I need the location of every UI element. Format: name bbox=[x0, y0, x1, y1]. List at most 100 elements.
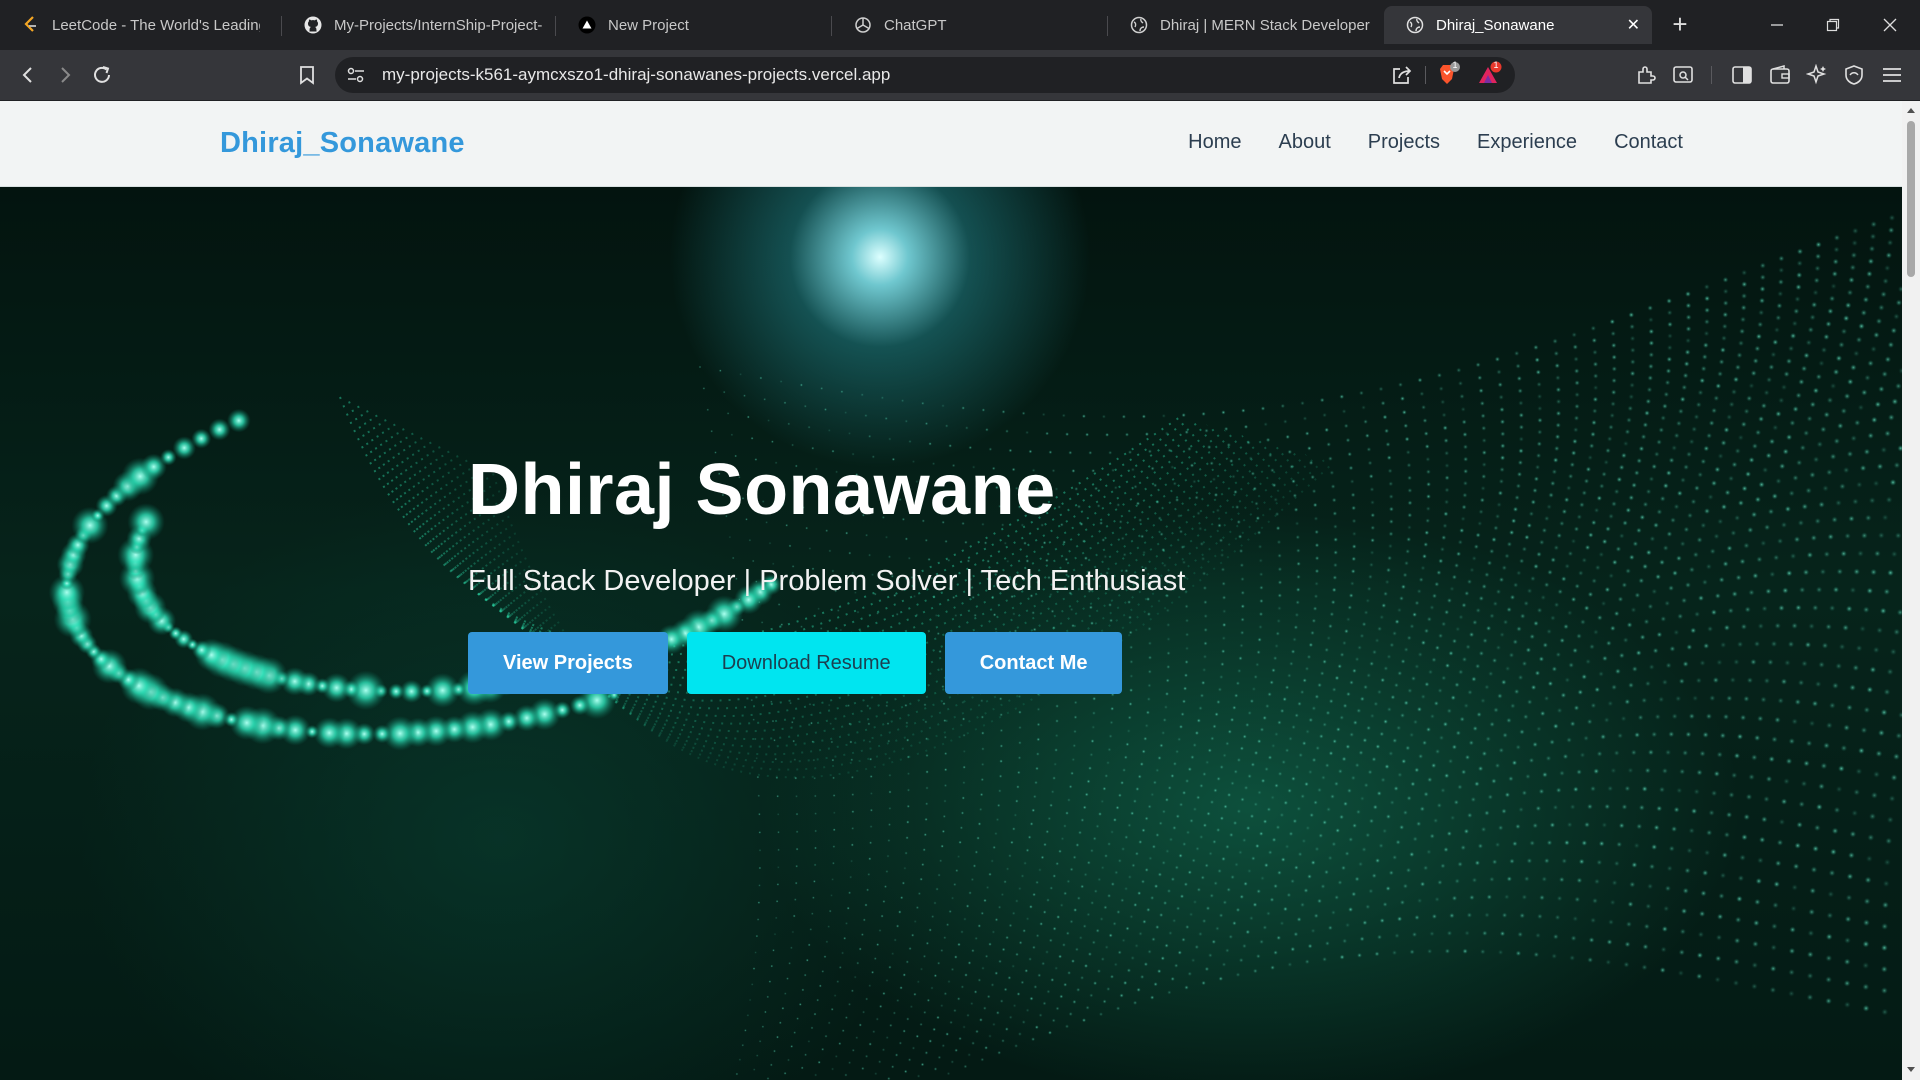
particle-dot bbox=[1387, 555, 1393, 561]
particle-dot bbox=[1045, 829, 1050, 834]
scroll-thumb[interactable] bbox=[1907, 121, 1915, 277]
particle-dot bbox=[1425, 469, 1431, 475]
particle-dot bbox=[937, 1055, 942, 1060]
sidebar-icon[interactable] bbox=[1729, 62, 1755, 88]
particle-dot bbox=[1543, 582, 1550, 588]
particle-dot bbox=[1887, 569, 1894, 577]
close-window-icon[interactable] bbox=[1875, 10, 1905, 40]
particle-dot bbox=[1783, 778, 1790, 785]
tab-leetcode[interactable]: LeetCode - The World's Leading bbox=[0, 6, 272, 44]
particle-dot bbox=[869, 774, 873, 779]
particle-dot bbox=[1339, 652, 1345, 658]
particle-dot bbox=[1267, 692, 1272, 697]
download-resume-button[interactable]: Download Resume bbox=[686, 632, 926, 694]
particle-dot bbox=[1546, 504, 1552, 510]
particle-dot bbox=[1273, 883, 1278, 889]
particle-dot bbox=[779, 380, 783, 383]
particle-dot bbox=[1788, 490, 1795, 497]
particle-dot bbox=[888, 806, 892, 811]
view-projects-button[interactable]: View Projects bbox=[468, 632, 668, 694]
particle-dot bbox=[1554, 362, 1560, 369]
particle-dot bbox=[1270, 795, 1275, 800]
extensions-icon[interactable] bbox=[1633, 62, 1659, 88]
leo-ai-icon[interactable] bbox=[1804, 62, 1830, 88]
site-settings-icon[interactable] bbox=[346, 66, 366, 89]
particle-dot bbox=[1446, 708, 1453, 714]
particle-dot bbox=[1431, 657, 1437, 663]
brave-rewards-icon[interactable]: 1 bbox=[1475, 60, 1505, 94]
new-tab-button[interactable]: + bbox=[1666, 10, 1694, 38]
particle-dot bbox=[1853, 788, 1861, 796]
forward-icon[interactable] bbox=[52, 62, 78, 88]
scroll-up-icon[interactable] bbox=[1906, 105, 1916, 115]
particle-dot bbox=[1846, 873, 1854, 880]
bookmark-icon[interactable] bbox=[294, 62, 320, 88]
address-bar[interactable]: my-projects-k561-aymcxszo1-dhiraj-sonawa… bbox=[335, 57, 1515, 93]
particle-dot bbox=[924, 1051, 929, 1055]
url-text[interactable]: my-projects-k561-aymcxszo1-dhiraj-sonawa… bbox=[382, 65, 890, 85]
particle-dot bbox=[1243, 424, 1249, 429]
reload-icon[interactable] bbox=[89, 62, 115, 88]
particle-dot bbox=[1438, 633, 1444, 639]
particle-dot bbox=[1543, 695, 1550, 702]
particle-dot bbox=[1267, 755, 1273, 760]
particle-dot bbox=[1389, 642, 1395, 648]
reader-mode-icon[interactable] bbox=[1670, 62, 1696, 88]
particle-dot bbox=[1849, 684, 1856, 691]
vpn-icon[interactable] bbox=[1841, 62, 1867, 88]
particle-dot bbox=[1592, 408, 1598, 414]
tab-chatgpt[interactable]: ChatGPT bbox=[832, 6, 1108, 44]
particle-dot bbox=[1516, 626, 1522, 632]
particle-dot bbox=[1175, 749, 1180, 754]
nav-home[interactable]: Home bbox=[1188, 131, 1241, 154]
particle-dot bbox=[1823, 550, 1831, 558]
nav-contact[interactable]: Contact bbox=[1614, 131, 1683, 154]
particle-dot bbox=[850, 775, 855, 779]
particle-dot bbox=[1300, 902, 1305, 908]
contact-me-button[interactable]: Contact Me bbox=[944, 632, 1123, 694]
particle-dot bbox=[1600, 733, 1607, 740]
particle-dot bbox=[1347, 451, 1353, 457]
tab-dhiraj-sonawane[interactable]: Dhiraj_Sonawane ✕ bbox=[1384, 6, 1652, 44]
tab-github[interactable]: My-Projects/InternShip-Project- bbox=[282, 6, 554, 44]
share-icon[interactable] bbox=[1391, 65, 1413, 90]
particle-dot bbox=[752, 967, 756, 970]
particle-dot bbox=[1352, 720, 1358, 726]
brave-shields-icon[interactable]: 1 bbox=[1435, 60, 1463, 94]
minimize-icon[interactable] bbox=[1762, 10, 1792, 40]
tab-mern-developer[interactable]: Dhiraj | MERN Stack Developer bbox=[1108, 6, 1384, 44]
particle-dot bbox=[1551, 469, 1558, 475]
tab-new-project[interactable]: New Project bbox=[556, 6, 832, 44]
particle-dot bbox=[1664, 600, 1671, 607]
particle-dot bbox=[1134, 943, 1139, 948]
particle-dot bbox=[1844, 302, 1852, 309]
particle-dot bbox=[1774, 860, 1782, 867]
particle-dot bbox=[1444, 475, 1450, 481]
nav-projects[interactable]: Projects bbox=[1368, 131, 1440, 154]
particle-dot bbox=[1775, 410, 1782, 418]
close-tab-icon[interactable]: ✕ bbox=[1617, 15, 1640, 35]
scroll-down-icon[interactable] bbox=[1906, 1065, 1916, 1075]
back-icon[interactable] bbox=[15, 62, 41, 88]
particle-dot bbox=[1848, 276, 1855, 284]
particle-dot bbox=[1310, 928, 1316, 934]
particle-dot bbox=[841, 951, 845, 955]
site-logo[interactable]: Dhiraj_Sonawane bbox=[220, 127, 465, 160]
nav-about[interactable]: About bbox=[1278, 131, 1330, 154]
particle-dot bbox=[901, 881, 906, 885]
particle-dot bbox=[1274, 783, 1279, 788]
particle-dot bbox=[1461, 602, 1467, 608]
wallet-icon[interactable] bbox=[1767, 62, 1793, 88]
particle-dot bbox=[1403, 423, 1409, 429]
particle-dot bbox=[1091, 725, 1096, 730]
menu-icon[interactable] bbox=[1879, 62, 1905, 88]
particle-dot bbox=[1710, 790, 1718, 797]
particle-dot bbox=[795, 812, 799, 816]
restore-icon[interactable] bbox=[1818, 10, 1848, 40]
particle-dot bbox=[1472, 725, 1478, 732]
particle-dot bbox=[1249, 698, 1255, 704]
nav-experience[interactable]: Experience bbox=[1477, 131, 1577, 154]
page-scrollbar[interactable] bbox=[1902, 101, 1920, 1080]
particle-dot bbox=[1216, 827, 1221, 833]
particle-dot bbox=[1219, 552, 1225, 558]
